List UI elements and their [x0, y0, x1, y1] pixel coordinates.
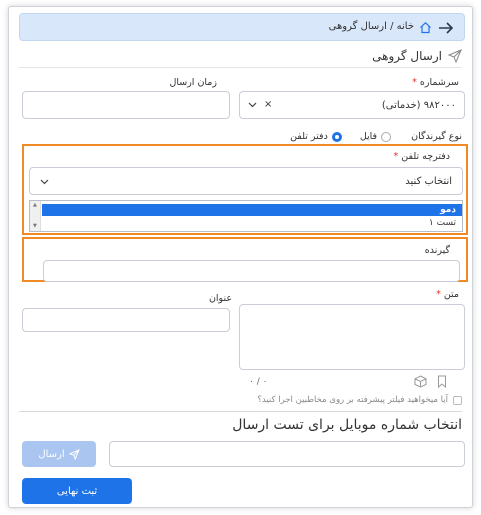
page-title: ارسال گروهی	[372, 49, 442, 63]
chevron-down-icon[interactable]	[248, 100, 257, 109]
advanced-filter-option[interactable]: آیا میخواهید فیلتر پیشرفته بر روی مخاطبی…	[257, 395, 462, 405]
test-section-heading: انتخاب شماره موبایل برای تست ارسال	[232, 417, 462, 433]
scroll-up-icon[interactable]: ▲	[33, 202, 37, 208]
advanced-filter-checkbox[interactable]	[453, 395, 462, 405]
phonebook-label-text: دفترچه تلفن	[401, 151, 450, 162]
advanced-filter-hint: آیا میخواهید فیلتر پیشرفته بر روی مخاطبی…	[257, 395, 448, 405]
phonebook-select-placeholder: انتخاب کنید	[405, 176, 452, 187]
breadcrumb-bar: خانه / ارسال گروهی	[19, 13, 465, 41]
final-submit-button[interactable]: ثبت نهایی	[22, 478, 132, 504]
sender-select[interactable]: ۹۸۲۰۰۰ (خدماتی) ×	[239, 91, 465, 119]
phonebook-option[interactable]: دمو	[42, 204, 462, 216]
required-mark: *	[412, 77, 417, 88]
radio-phonebook-label: دفتر تلفن	[290, 131, 328, 142]
home-icon[interactable]	[419, 21, 432, 34]
test-mobile-input[interactable]	[109, 441, 465, 467]
text-label: متن*	[436, 289, 459, 300]
required-mark: *	[393, 151, 399, 162]
radio-dot[interactable]	[381, 131, 392, 142]
char-counter: ۰ / ۰	[249, 377, 268, 387]
scroll-down-icon[interactable]: ▼	[33, 223, 37, 229]
breadcrumb-home[interactable]: خانه	[397, 21, 414, 32]
send-time-label: زمان ارسال	[169, 77, 217, 88]
page-title-row: ارسال گروهی	[372, 49, 462, 63]
send-icon	[448, 49, 462, 63]
phonebook-select[interactable]: انتخاب کنید	[29, 167, 463, 195]
sender-select-value: ۹۸۲۰۰۰ (خدماتی)	[381, 100, 456, 111]
cube-icon[interactable]	[414, 375, 427, 388]
test-send-button[interactable]: ارسال	[22, 441, 96, 467]
subject-label: عنوان	[208, 293, 232, 304]
radio-phonebook[interactable]: دفتر تلفن	[290, 131, 342, 142]
text-label-text: متن	[443, 289, 459, 300]
subject-input[interactable]	[22, 308, 230, 332]
section-divider	[19, 411, 462, 412]
scrollbar[interactable]: ▲ ▼	[30, 201, 41, 231]
recipient-type-label: نوع گیرندگان	[411, 131, 462, 142]
radio-file[interactable]: فایل	[359, 131, 392, 142]
clear-icon[interactable]: ×	[264, 99, 272, 110]
sender-label: سرشماره*	[412, 77, 459, 88]
app-window: خانه / ارسال گروهی ارسال گروهی سرشماره* …	[8, 6, 473, 508]
required-mark: *	[436, 289, 441, 300]
breadcrumb-current: ارسال گروهی	[328, 21, 387, 32]
radio-dot-selected[interactable]	[331, 131, 342, 142]
title-divider	[19, 67, 462, 68]
phonebook-label: دفترچه تلفن*	[394, 151, 450, 162]
receiver-label: گیرنده	[424, 245, 450, 256]
send-time-input[interactable]	[22, 91, 230, 119]
breadcrumb-separator: /	[390, 21, 394, 32]
recipient-type-group: نوع گیرندگان فایل دفتر تلفن	[290, 131, 462, 142]
test-send-label: ارسال	[38, 448, 65, 460]
chevron-down-icon[interactable]	[40, 177, 49, 186]
phonebook-option[interactable]: تست ۱	[42, 217, 462, 229]
back-arrow-icon[interactable]	[438, 21, 454, 35]
breadcrumb: خانه / ارسال گروهی	[329, 21, 414, 32]
message-textarea[interactable]	[239, 304, 465, 370]
radio-file-label: فایل	[359, 131, 378, 142]
phonebook-options-list[interactable]: ▲ ▼ دمو تست ۱	[29, 200, 463, 232]
send-icon	[68, 448, 80, 460]
bookmark-icon[interactable]	[437, 375, 447, 388]
sender-label-text: سرشماره	[419, 77, 459, 88]
receiver-input[interactable]	[43, 260, 460, 282]
